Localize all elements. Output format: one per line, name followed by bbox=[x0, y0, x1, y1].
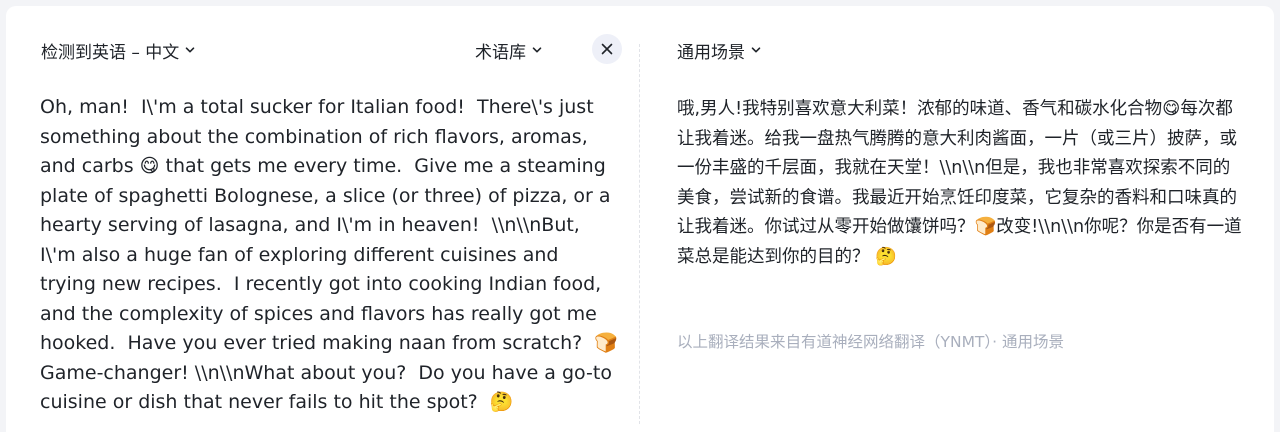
chevron-down-icon bbox=[532, 45, 542, 55]
glossary-selector[interactable]: 术语库 bbox=[475, 37, 542, 63]
language-direction-label: 检测到英语 – 中文 bbox=[41, 42, 180, 63]
scenario-selector[interactable]: 通用场景 bbox=[677, 37, 761, 63]
scenario-label: 通用场景 bbox=[677, 42, 745, 63]
translation-result-text: 哦,男人!我特别喜欢意大利菜！浓郁的味道、香气和碳水化合物😋每次都让我着迷。给我… bbox=[677, 99, 1242, 267]
chevron-down-icon bbox=[185, 45, 195, 55]
translation-card: 检测到英语 – 中文 术语库 Oh, man! I\'m a total suc… bbox=[6, 6, 1274, 432]
close-icon bbox=[601, 40, 613, 59]
language-direction-selector[interactable]: 检测到英语 – 中文 bbox=[41, 37, 195, 63]
source-text-input[interactable]: Oh, man! I\'m a total sucker for Italian… bbox=[40, 93, 620, 418]
panel-divider bbox=[639, 44, 640, 424]
translation-credit: 以上翻译结果来自有道神经网络翻译（YNMT）· 通用场景 bbox=[677, 333, 1065, 351]
glossary-label: 术语库 bbox=[475, 42, 526, 63]
chevron-down-icon bbox=[751, 45, 761, 55]
clear-text-button[interactable] bbox=[592, 34, 622, 64]
